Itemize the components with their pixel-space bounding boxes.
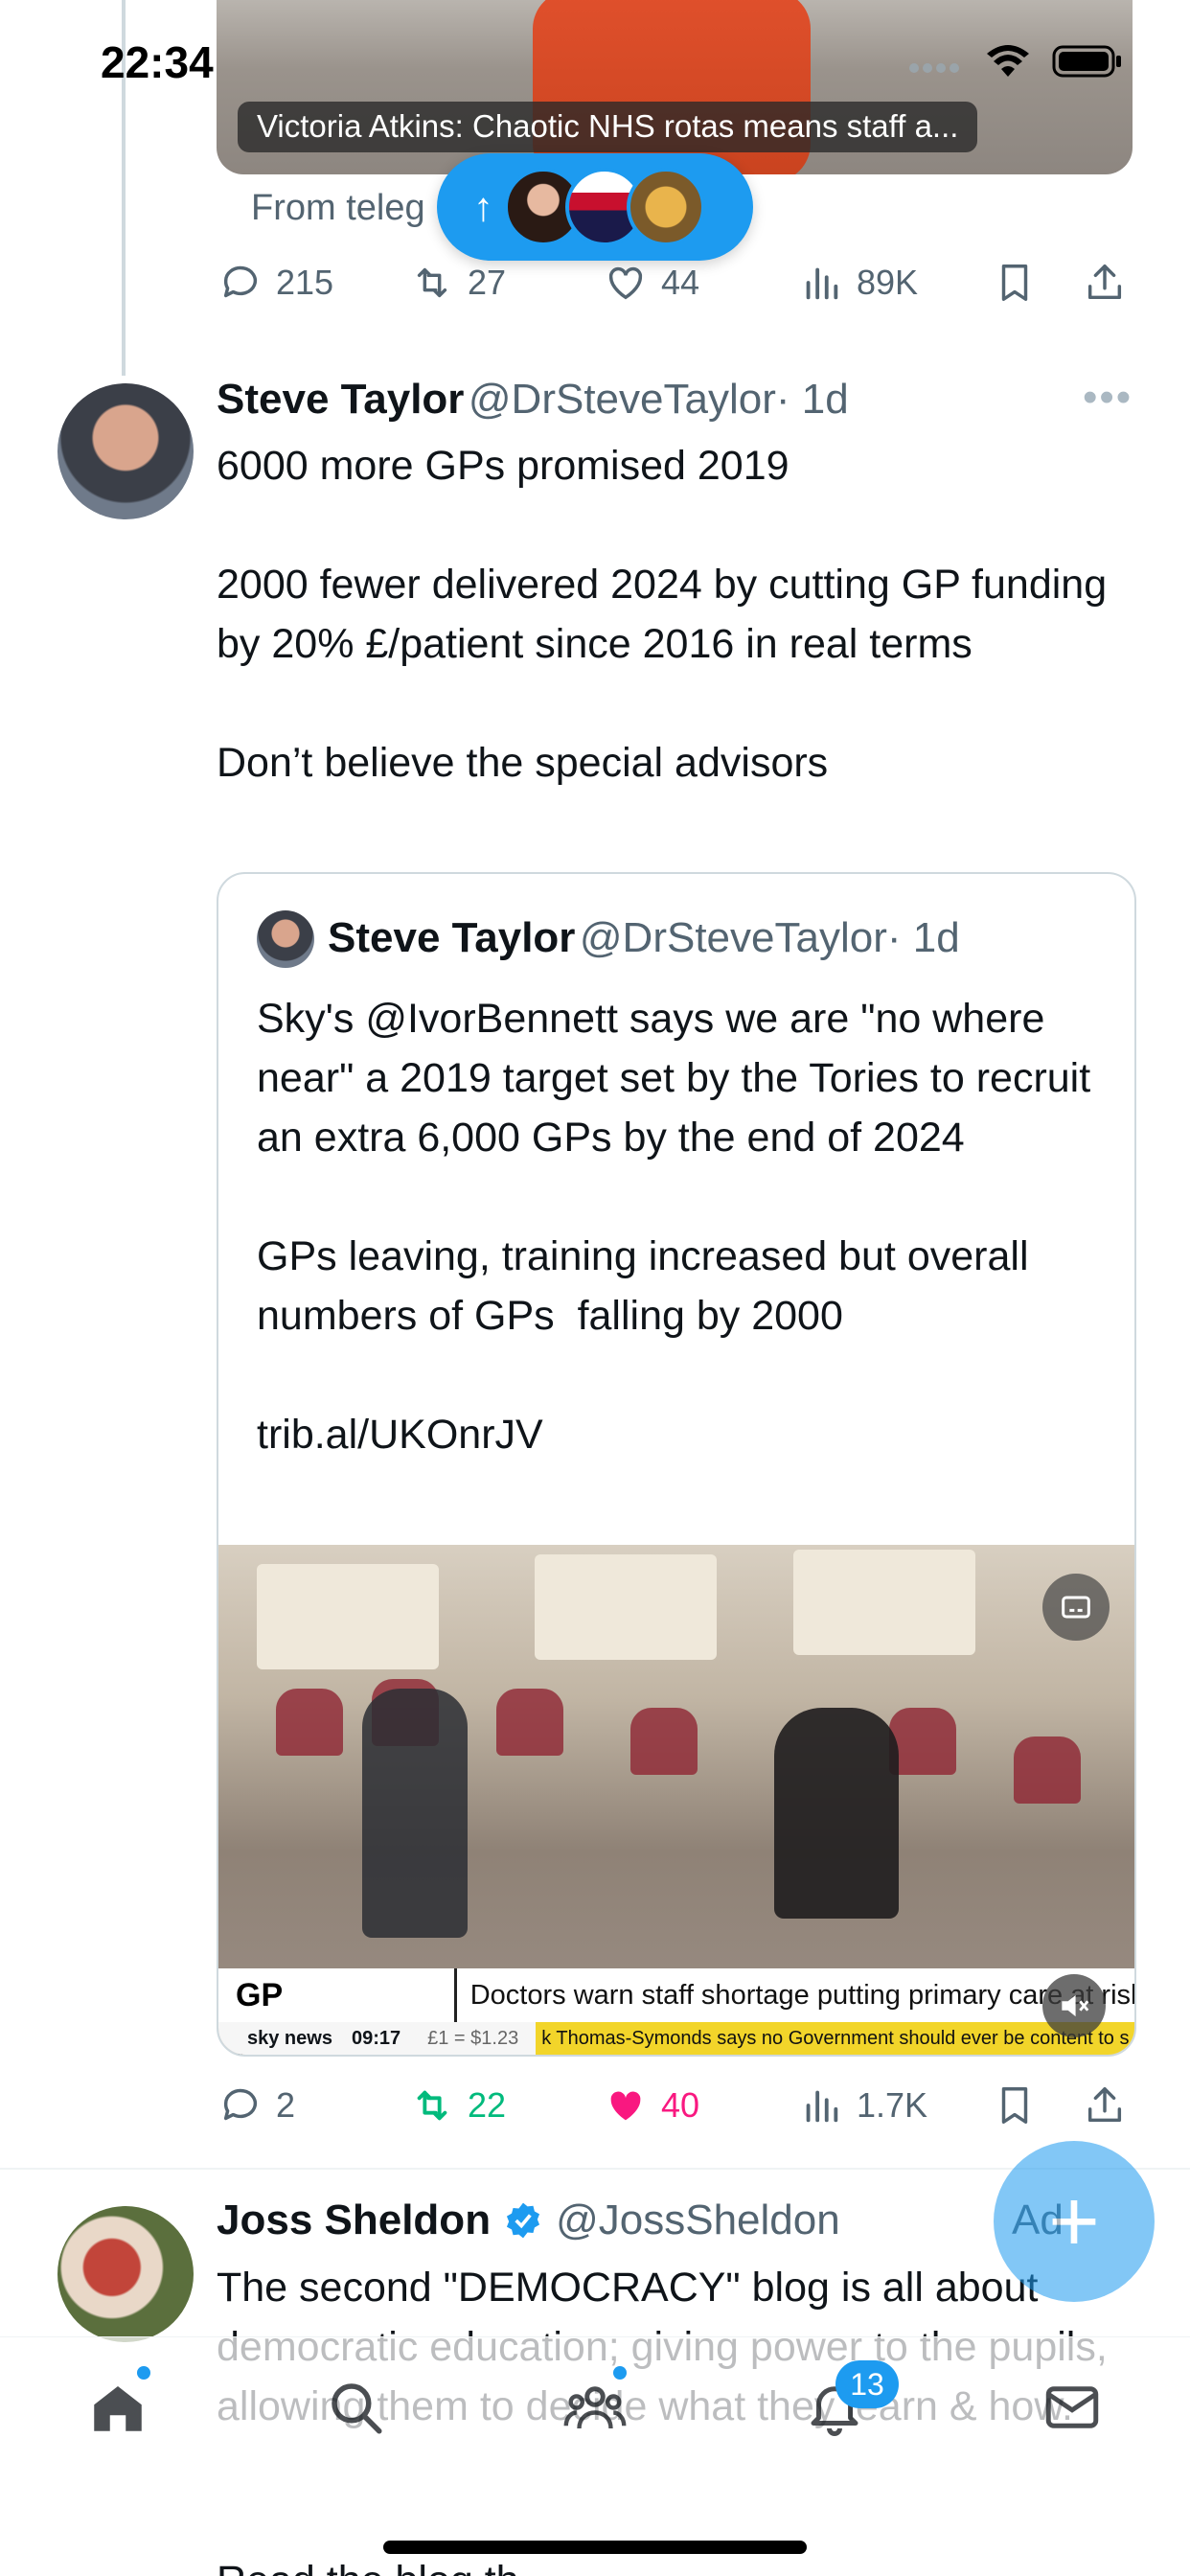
bookmark-button[interactable] (993, 2083, 1037, 2128)
home-new-dot (137, 2366, 150, 2380)
verified-badge-icon (507, 2202, 540, 2239)
crawl-text: k Thomas-Symonds says no Government shou… (536, 2022, 1134, 2055)
compose-button[interactable]: + (994, 2141, 1155, 2302)
post-time: · 1d (775, 376, 849, 423)
communities-icon[interactable] (563, 2376, 627, 2439)
views-icon (806, 267, 838, 300)
communities-new-dot (613, 2366, 627, 2380)
notifications-badge: 13 (835, 2360, 899, 2408)
quote-video[interactable]: GP PRESSURES Doctors warn staff shortage… (218, 1545, 1134, 2055)
joss-sheldon-avatar[interactable] (57, 2206, 194, 2342)
views-button[interactable]: 89K (799, 261, 918, 305)
fx-rate: £1 = $1.23 (427, 2027, 519, 2049)
views-button[interactable]: 1.7K (799, 2083, 927, 2128)
top-tweet-media[interactable]: Victoria Atkins: Chaotic NHS rotas means… (217, 0, 1133, 174)
author-handle[interactable]: @JossSheldon (556, 2196, 840, 2244)
quote-header: Steve Taylor @DrSteveTaylor· 1d (328, 914, 960, 962)
status-icons (906, 44, 1123, 79)
share-button[interactable] (1083, 2083, 1127, 2128)
bookmark-icon (1001, 264, 1028, 301)
messages-icon[interactable] (1041, 2376, 1104, 2439)
ticker-headline: Doctors warn staff shortage putting prim… (469, 1979, 1136, 2011)
pill-avatar-3 (627, 168, 705, 246)
repost-button[interactable]: 27 (410, 261, 506, 305)
author-handle[interactable]: @DrSteveTaylor (469, 376, 776, 423)
home-icon[interactable] (86, 2376, 149, 2439)
like-button[interactable]: 44 (604, 261, 699, 305)
status-time: 22:34 (101, 37, 214, 87)
captions-button[interactable] (1042, 1574, 1110, 1641)
author-name[interactable]: Steve Taylor (217, 376, 464, 423)
repost-icon (417, 267, 447, 298)
bookmark-icon (1001, 2087, 1028, 2124)
news-ticker: GP PRESSURES Doctors warn staff shortage… (218, 1968, 1136, 2055)
cellular-signal-icon (909, 63, 959, 73)
share-button[interactable] (1083, 261, 1127, 305)
bottom-navigation: 13 (0, 2336, 1190, 2472)
plus-icon: + (1048, 2172, 1100, 2270)
mute-button[interactable] (1042, 1974, 1106, 2037)
new-posts-pill[interactable]: ↑ (437, 153, 753, 261)
tweet-header: Joss Sheldon @JossSheldon (217, 2196, 840, 2244)
media-caption: Victoria Atkins: Chaotic NHS rotas means… (238, 102, 978, 152)
reply-icon (223, 265, 258, 298)
like-button[interactable]: 40 (604, 2083, 699, 2128)
views-count: 1.7K (857, 2085, 928, 2125)
steve-taylor-avatar[interactable] (57, 383, 194, 519)
reply-count: 215 (276, 263, 334, 302)
repost-button[interactable]: 22 (410, 2083, 506, 2128)
reply-icon (223, 2088, 258, 2121)
repost-icon (417, 2090, 447, 2121)
reply-button[interactable]: 2 (218, 2083, 295, 2128)
captions-icon (1062, 1596, 1090, 1619)
repost-count: 27 (468, 263, 507, 302)
heart-icon (608, 266, 643, 300)
reply-count: 2 (276, 2085, 296, 2125)
home-indicator (383, 2541, 807, 2554)
wifi-icon (987, 45, 1029, 77)
quoted-tweet[interactable]: Steve Taylor @DrSteveTaylor· 1d Sky's @I… (217, 872, 1136, 2057)
channel-logo: sky news (247, 2027, 332, 2049)
heart-filled-icon (610, 2091, 641, 2121)
repost-count: 22 (468, 2085, 507, 2125)
ticker-crawl: sky news 09:17 £1 = $1.23 k Thomas-Symon… (218, 2022, 1134, 2055)
quote-author-handle: @DrSteveTaylor (579, 914, 887, 961)
quote-author-avatar (257, 910, 314, 968)
source-line: From teleg (251, 188, 425, 228)
ticker-tag: GP PRESSURES (218, 1968, 457, 2055)
bookmark-button[interactable] (993, 261, 1037, 305)
tweet-header: Steve Taylor @DrSteveTaylor· 1d (217, 376, 849, 424)
author-name[interactable]: Joss Sheldon (217, 2196, 491, 2244)
quote-text: Sky's @IvorBennett says we are "no where… (257, 996, 1091, 1458)
quote-time: · 1d (886, 914, 960, 961)
share-icon (1087, 2087, 1122, 2123)
broadcast-clock: 09:17 (351, 2027, 401, 2049)
search-icon[interactable] (324, 2376, 387, 2439)
share-icon (1087, 264, 1122, 300)
speaker-muted-icon (1062, 1994, 1089, 2017)
more-options-icon[interactable]: ••• (1083, 374, 1133, 422)
quote-author-name: Steve Taylor (328, 914, 576, 961)
views-icon (806, 2090, 838, 2123)
tweet-text: 6000 more GPs promised 2019 2000 fewer d… (217, 443, 1108, 786)
reply-button[interactable]: 215 (218, 261, 333, 305)
battery-icon (1052, 45, 1121, 78)
like-count: 44 (661, 263, 700, 302)
tweet-text-tail: Read the blog th... (217, 2551, 1136, 2576)
like-count: 40 (661, 2085, 700, 2125)
views-count: 89K (857, 263, 919, 302)
